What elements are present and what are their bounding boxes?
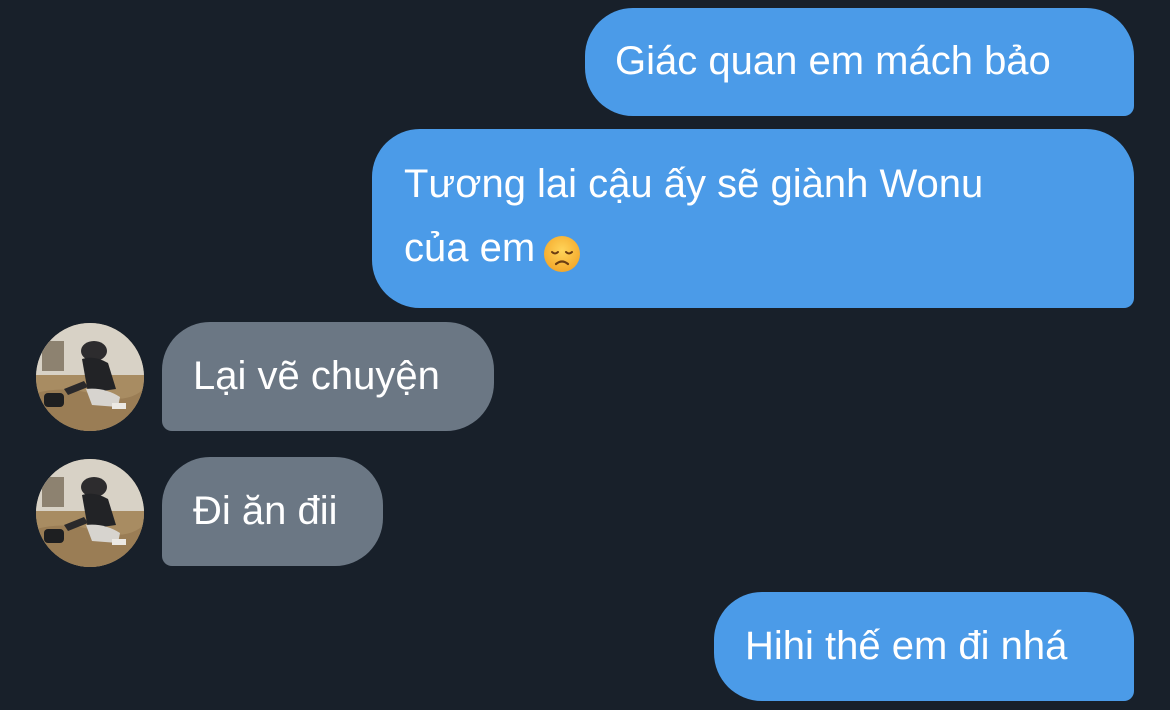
chat-thread: Giác quan em mách bảo Tương lai cậu ấy s… [0,0,1170,710]
disappointed-face-emoji [543,228,581,273]
avatar-photo [36,323,144,431]
message-text: Hihi thế em đi nhá [745,624,1068,668]
message-text: Đi ăn đii [193,489,338,533]
outgoing-message-bubble[interactable]: Giác quan em mách bảo [585,8,1134,116]
outgoing-message-bubble[interactable]: Hihi thế em đi nhá [714,592,1134,701]
message-text: Tương lai cậu ấy sẽ giành Wonu [404,162,984,206]
contact-avatar[interactable] [36,459,144,567]
message-text-line-2: của em [404,216,1102,280]
message-text: của em [404,226,536,270]
avatar-photo [36,459,144,567]
outgoing-message-bubble[interactable]: Tương lai cậu ấy sẽ giành Wonu của em [372,129,1134,308]
incoming-message-bubble[interactable]: Đi ăn đii [162,457,383,566]
message-text: Lại vẽ chuyện [193,354,440,398]
message-text: Giác quan em mách bảo [615,39,1051,83]
incoming-message-bubble[interactable]: Lại vẽ chuyện [162,322,494,431]
contact-avatar[interactable] [36,323,144,431]
